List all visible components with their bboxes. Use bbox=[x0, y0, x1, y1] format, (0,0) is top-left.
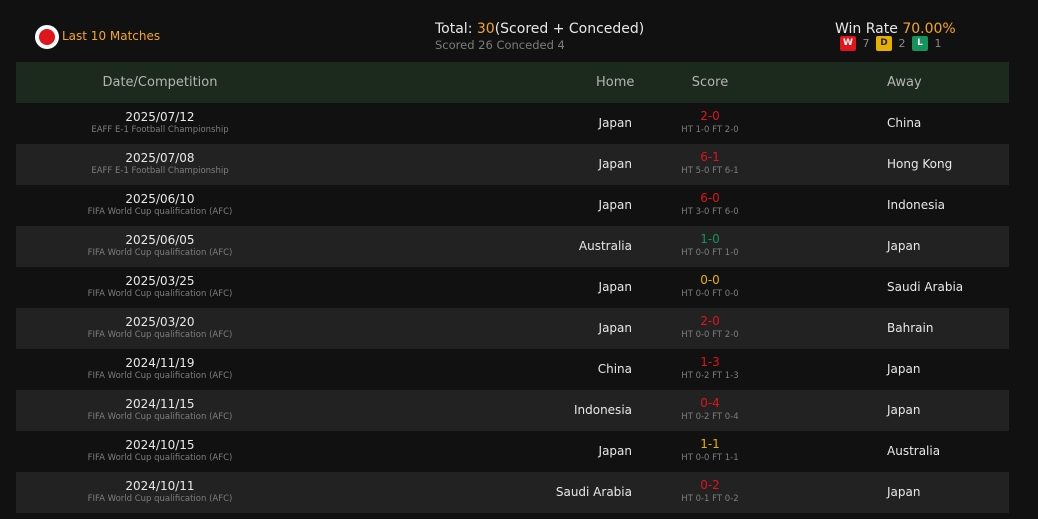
halftime-fulltime-score: HT 5-0 FT 6-1 bbox=[681, 166, 739, 176]
match-date: 2025/03/25 bbox=[125, 274, 195, 288]
halftime-fulltime-score: HT 0-2 FT 1-3 bbox=[681, 371, 739, 381]
draw-count: 2 bbox=[898, 37, 906, 50]
home-team: China bbox=[597, 362, 632, 376]
summary-header: Last 10 Matches Total: 30(Scored + Conce… bbox=[0, 0, 1038, 62]
match-date: 2024/11/19 bbox=[125, 356, 195, 370]
halftime-fulltime-score: HT 3-0 FT 6-0 bbox=[681, 207, 739, 217]
match-competition: FIFA World Cup qualification (AFC) bbox=[87, 330, 233, 340]
column-away: Away bbox=[887, 75, 922, 90]
match-competition: FIFA World Cup qualification (AFC) bbox=[87, 289, 233, 299]
match-date: 2025/03/20 bbox=[125, 315, 195, 329]
home-team: Japan bbox=[598, 444, 632, 458]
home-team: Australia bbox=[578, 239, 632, 253]
table-row[interactable]: 2024/11/19 FIFA World Cup qualification (… bbox=[16, 349, 1009, 390]
table-row[interactable]: 2025/03/20 FIFA World Cup qualification (… bbox=[16, 308, 1009, 349]
halftime-fulltime-score: HT 0-0 FT 2-0 bbox=[681, 330, 739, 340]
match-score: 0-0 bbox=[700, 273, 720, 287]
match-competition: FIFA World Cup qualification (AFC) bbox=[87, 494, 233, 504]
halftime-fulltime-score: HT 0-0 FT 1-0 bbox=[681, 248, 739, 258]
table-header: Date/Competition Home Score Away bbox=[16, 62, 1009, 103]
match-score: 2-0 bbox=[700, 109, 720, 123]
halftime-fulltime-score: HT 0-0 FT 0-0 bbox=[681, 289, 739, 299]
match-score: 1-0 bbox=[700, 232, 720, 246]
win-rate-label: Win Rate bbox=[835, 21, 903, 37]
match-score: 0-4 bbox=[700, 396, 720, 410]
table-row[interactable]: 2025/06/05 FIFA World Cup qualification (… bbox=[16, 226, 1009, 267]
total-prefix: Total: bbox=[435, 21, 477, 37]
total-goals: Total: 30(Scored + Conceded) bbox=[435, 21, 644, 37]
match-date: 2024/11/15 bbox=[125, 397, 195, 411]
table-row[interactable]: 2025/07/12 EAFF E-1 Football Championship… bbox=[16, 103, 1009, 144]
match-competition: EAFF E-1 Football Championship bbox=[91, 166, 229, 176]
home-team: Japan bbox=[598, 116, 632, 130]
win-rate-value: 70.00% bbox=[902, 21, 956, 37]
home-team: Japan bbox=[598, 280, 632, 294]
match-score: 2-0 bbox=[700, 314, 720, 328]
match-score: 6-0 bbox=[700, 191, 720, 205]
table-row[interactable]: 2025/06/10 FIFA World Cup qualification (… bbox=[16, 185, 1009, 226]
away-team: Indonesia bbox=[887, 198, 946, 212]
away-team: Japan bbox=[887, 403, 921, 417]
table-row[interactable]: 2024/10/11 FIFA World Cup qualification (… bbox=[16, 472, 1009, 513]
halftime-fulltime-score: HT 1-0 FT 2-0 bbox=[681, 125, 739, 135]
halftime-fulltime-score: HT 0-2 FT 0-4 bbox=[681, 412, 739, 422]
away-team: Australia bbox=[887, 444, 941, 458]
match-competition: FIFA World Cup qualification (AFC) bbox=[87, 248, 233, 258]
team-logo-icon bbox=[35, 25, 59, 49]
win-count: 7 bbox=[862, 37, 870, 50]
match-score: 1-1 bbox=[700, 437, 720, 451]
match-competition: FIFA World Cup qualification (AFC) bbox=[87, 412, 233, 422]
away-team: Japan bbox=[887, 362, 921, 376]
column-home: Home bbox=[596, 75, 635, 90]
table-row[interactable]: 2025/03/25 FIFA World Cup qualification (… bbox=[16, 267, 1009, 308]
column-date: Date/Competition bbox=[102, 75, 218, 90]
last-10-matches-label[interactable]: Last 10 Matches bbox=[62, 29, 160, 43]
win-badge: W bbox=[840, 36, 856, 51]
column-score: Score bbox=[691, 75, 729, 90]
home-team: Saudi Arabia bbox=[555, 485, 632, 499]
match-score: 0-2 bbox=[700, 478, 720, 492]
away-team: China bbox=[887, 116, 922, 130]
loss-badge: L bbox=[912, 36, 928, 51]
away-team: Japan bbox=[887, 239, 921, 253]
match-date: 2024/10/15 bbox=[125, 438, 195, 452]
away-team: Saudi Arabia bbox=[887, 280, 964, 294]
draw-badge: D bbox=[876, 36, 892, 51]
total-suffix: (Scored + Conceded) bbox=[494, 21, 645, 37]
total-value: 30 bbox=[476, 21, 495, 37]
match-competition: FIFA World Cup qualification (AFC) bbox=[87, 207, 233, 217]
halftime-fulltime-score: HT 0-1 FT 0-2 bbox=[681, 494, 739, 504]
win-draw-loss-record: W 7 D 2 L 1 bbox=[840, 36, 948, 51]
home-team: Indonesia bbox=[573, 403, 632, 417]
home-team: Japan bbox=[598, 321, 632, 335]
away-team: Japan bbox=[887, 485, 921, 499]
scored-conceded: Scored 26 Conceded 4 bbox=[435, 38, 565, 52]
match-date: 2025/07/12 bbox=[125, 110, 195, 124]
loss-count: 1 bbox=[934, 37, 942, 50]
win-rate: Win Rate 70.00% bbox=[835, 21, 956, 37]
match-competition: FIFA World Cup qualification (AFC) bbox=[87, 371, 233, 381]
matches-table: 2025/07/12 EAFF E-1 Football Championship… bbox=[16, 103, 1009, 513]
match-date: 2025/07/08 bbox=[125, 151, 195, 165]
match-competition: EAFF E-1 Football Championship bbox=[91, 125, 229, 135]
match-competition: FIFA World Cup qualification (AFC) bbox=[87, 453, 233, 463]
home-team: Japan bbox=[598, 157, 632, 171]
match-date: 2025/06/05 bbox=[125, 233, 195, 247]
match-score: 6-1 bbox=[700, 150, 720, 164]
match-score: 1-3 bbox=[700, 355, 720, 369]
table-row[interactable]: 2024/10/15 FIFA World Cup qualification (… bbox=[16, 431, 1009, 472]
away-team: Bahrain bbox=[887, 321, 934, 335]
away-team: Hong Kong bbox=[887, 157, 953, 171]
halftime-fulltime-score: HT 0-0 FT 1-1 bbox=[681, 453, 739, 463]
table-row[interactable]: 2025/07/08 EAFF E-1 Football Championship… bbox=[16, 144, 1009, 185]
match-date: 2025/06/10 bbox=[125, 192, 195, 206]
match-date: 2024/10/11 bbox=[125, 479, 195, 493]
home-team: Japan bbox=[598, 198, 632, 212]
table-row[interactable]: 2024/11/15 FIFA World Cup qualification (… bbox=[16, 390, 1009, 431]
